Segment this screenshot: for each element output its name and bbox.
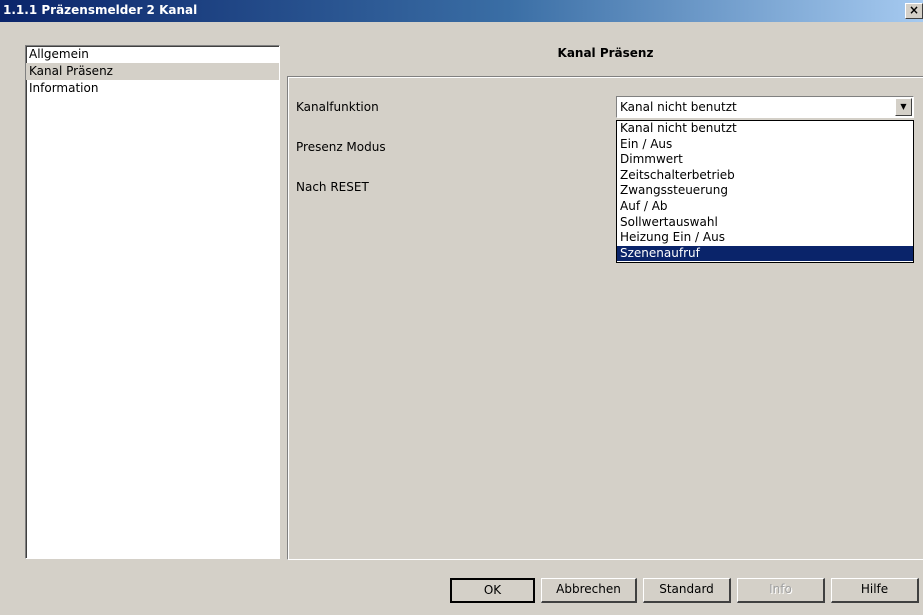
close-icon: × [908, 3, 920, 17]
sidebar-list[interactable]: Allgemein Kanal Präsenz Information [25, 45, 280, 559]
dropdown-option[interactable]: Ein / Aus [617, 137, 913, 153]
title-bar: 1.1.1 Präzensmelder 2 Kanal × [0, 0, 923, 22]
select-value: Kanal nicht benutzt [620, 100, 737, 114]
window-title: 1.1.1 Präzensmelder 2 Kanal [3, 3, 198, 17]
chevron-down-icon: ▼ [900, 102, 907, 111]
standard-button[interactable]: Standard [643, 578, 731, 603]
dropdown-list[interactable]: Kanal nicht benutzt Ein / Aus Dimmwert Z… [616, 120, 914, 263]
close-button[interactable]: × [905, 3, 923, 19]
field-label-nach-reset: Nach RESET [296, 180, 369, 194]
kanalfunktion-select[interactable]: Kanal nicht benutzt ▼ [616, 96, 914, 118]
field-label-kanalfunktion: Kanalfunktion [296, 100, 379, 114]
dropdown-option[interactable]: Zwangssteuerung [617, 183, 913, 199]
dropdown-option[interactable]: Dimmwert [617, 152, 913, 168]
dropdown-option[interactable]: Sollwertauswahl [617, 215, 913, 231]
dropdown-button[interactable]: ▼ [895, 98, 912, 116]
help-button[interactable]: Hilfe [831, 578, 919, 603]
dropdown-option-selected[interactable]: Szenenaufruf [617, 245, 913, 262]
cancel-button[interactable]: Abbrechen [541, 578, 637, 603]
dropdown-option[interactable]: Zeitschalterbetrieb [617, 168, 913, 184]
field-label-presenz-modus: Presenz Modus [296, 140, 386, 154]
info-button[interactable]: Info [737, 578, 825, 603]
page-title: Kanal Präsenz [557, 46, 654, 60]
dropdown-option[interactable]: Auf / Ab [617, 199, 913, 215]
ok-button[interactable]: OK [450, 578, 535, 603]
sidebar-item-kanal-praesenz[interactable]: Kanal Präsenz [26, 63, 279, 80]
dropdown-option[interactable]: Heizung Ein / Aus [617, 230, 913, 246]
dropdown-option[interactable]: Kanal nicht benutzt [617, 121, 913, 137]
sidebar-item-allgemein[interactable]: Allgemein [26, 46, 279, 63]
sidebar-item-information[interactable]: Information [26, 80, 279, 97]
